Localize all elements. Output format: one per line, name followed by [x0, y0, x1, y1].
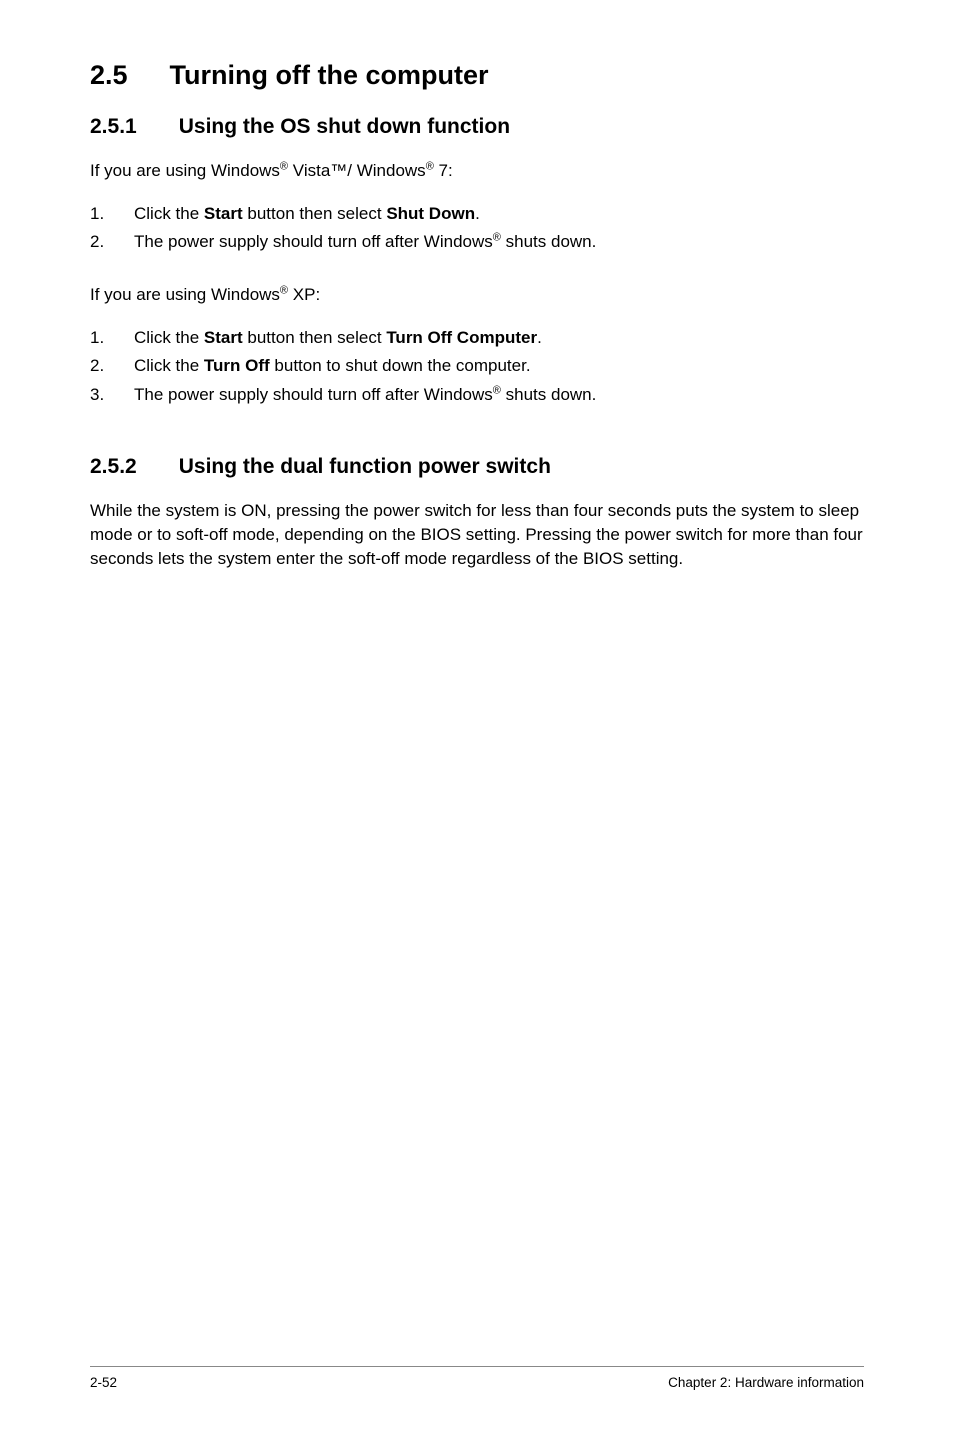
section-heading: 2.5 Turning off the computer: [90, 60, 864, 91]
registered-symbol: ®: [280, 160, 288, 172]
subsection-1-number: 2.5.1: [90, 115, 137, 139]
registered-symbol: ®: [493, 384, 501, 396]
intro1-mid: Vista™/ Windows: [288, 161, 426, 180]
intro-text-vista: If you are using Windows® Vista™/ Window…: [90, 159, 864, 183]
text-fragment: button to shut down the computer.: [270, 356, 531, 375]
section-number: 2.5: [90, 60, 128, 91]
page-footer: 2-52 Chapter 2: Hardware information: [90, 1366, 864, 1390]
intro-text-xp: If you are using Windows® XP:: [90, 283, 864, 307]
text-fragment: .: [475, 204, 480, 223]
bold-text: Start: [204, 204, 243, 223]
section-title: Turning off the computer: [170, 60, 489, 90]
text-fragment: shuts down.: [501, 385, 596, 404]
list-number: 2.: [90, 353, 134, 379]
intro1-suffix: 7:: [434, 161, 453, 180]
list-item: 1. Click the Start button then select Sh…: [90, 201, 864, 227]
text-fragment: Click the: [134, 204, 204, 223]
text-fragment: button then select: [243, 328, 387, 347]
list-vista: 1. Click the Start button then select Sh…: [90, 201, 864, 255]
intro2-prefix: If you are using Windows: [90, 285, 280, 304]
list-item: 2. The power supply should turn off afte…: [90, 229, 864, 255]
list-content: Click the Turn Off button to shut down t…: [134, 353, 864, 379]
registered-symbol: ®: [493, 232, 501, 244]
text-fragment: button then select: [243, 204, 387, 223]
subsection-1-title: Using the OS shut down function: [179, 115, 510, 138]
subsection-2-title: Using the dual function power switch: [179, 455, 551, 478]
list-content: Click the Start button then select Turn …: [134, 325, 864, 351]
list-number: 1.: [90, 201, 134, 227]
bold-text: Turn Off: [204, 356, 270, 375]
text-fragment: shuts down.: [501, 232, 596, 251]
list-number: 2.: [90, 229, 134, 255]
list-number: 3.: [90, 382, 134, 408]
text-fragment: The power supply should turn off after W…: [134, 385, 493, 404]
bold-text: Shut Down: [386, 204, 475, 223]
intro2-suffix: XP:: [288, 285, 320, 304]
intro1-prefix: If you are using Windows: [90, 161, 280, 180]
list-item: 2. Click the Turn Off button to shut dow…: [90, 353, 864, 379]
chapter-label: Chapter 2: Hardware information: [668, 1375, 864, 1390]
list-content: Click the Start button then select Shut …: [134, 201, 864, 227]
subsection-heading-1: 2.5.1 Using the OS shut down function: [90, 115, 864, 139]
bold-text: Start: [204, 328, 243, 347]
list-item: 3. The power supply should turn off afte…: [90, 382, 864, 408]
text-fragment: Click the: [134, 328, 204, 347]
text-fragment: .: [537, 328, 542, 347]
subsection-2-number: 2.5.2: [90, 455, 137, 479]
list-content: The power supply should turn off after W…: [134, 229, 864, 255]
list-content: The power supply should turn off after W…: [134, 382, 864, 408]
page-number: 2-52: [90, 1375, 117, 1390]
registered-symbol: ®: [280, 284, 288, 296]
subsection-heading-2: 2.5.2 Using the dual function power switc…: [90, 455, 864, 479]
text-fragment: The power supply should turn off after W…: [134, 232, 493, 251]
bold-text: Turn Off Computer: [386, 328, 537, 347]
list-number: 1.: [90, 325, 134, 351]
registered-symbol: ®: [426, 160, 434, 172]
subsection-2-body: While the system is ON, pressing the pow…: [90, 499, 864, 570]
list-item: 1. Click the Start button then select Tu…: [90, 325, 864, 351]
list-xp: 1. Click the Start button then select Tu…: [90, 325, 864, 408]
text-fragment: Click the: [134, 356, 204, 375]
